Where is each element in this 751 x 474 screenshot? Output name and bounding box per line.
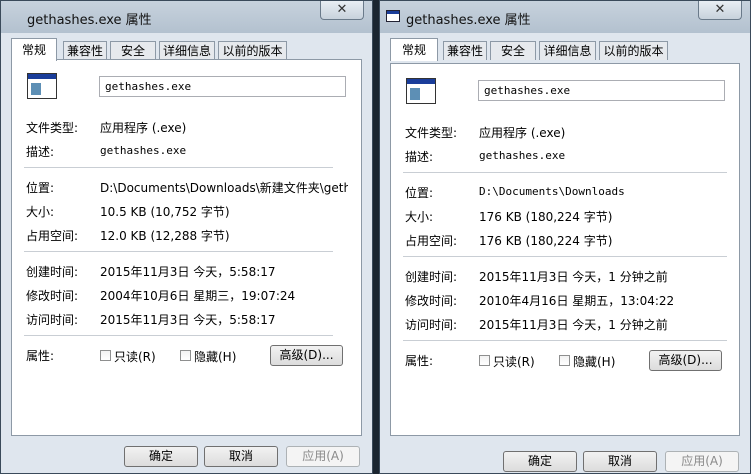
tab-compatibility[interactable]: 兼容性: [63, 41, 107, 60]
close-button[interactable]: ✕: [320, 1, 364, 20]
created-label: 创建时间:: [405, 270, 458, 284]
description-label: 描述:: [26, 145, 55, 159]
hidden-checkbox[interactable]: [559, 355, 570, 366]
accessed-label: 访问时间:: [405, 318, 458, 332]
general-panel: gethashes.exe 文件类型: 应用程序 (.exe) 描述: geth…: [390, 63, 740, 436]
size-on-disk-value: 176 KB (180,224 字节): [479, 234, 613, 248]
hidden-checkbox[interactable]: [180, 350, 191, 361]
divider: [403, 340, 727, 341]
advanced-button[interactable]: 高级(D)...: [270, 345, 343, 366]
window-title: gethashes.exe 属性: [27, 13, 152, 28]
file-type-value: 应用程序 (.exe): [479, 126, 566, 140]
size-value: 10.5 KB (10,752 字节): [100, 205, 230, 219]
application-file-icon: [406, 78, 436, 104]
created-label: 创建时间:: [26, 265, 79, 279]
attributes-label: 属性:: [26, 349, 55, 363]
attributes-label: 属性:: [405, 354, 434, 368]
hidden-label[interactable]: 隐藏(H): [194, 348, 236, 365]
advanced-button[interactable]: 高级(D)...: [649, 350, 722, 371]
size-on-disk-label: 占用空间:: [26, 229, 79, 243]
size-label: 大小:: [26, 205, 55, 219]
window-icon: [386, 10, 400, 22]
location-label: 位置:: [405, 186, 434, 200]
title-bar[interactable]: gethashes.exe 属性 ✕: [1, 1, 372, 33]
tab-details[interactable]: 详细信息: [159, 41, 215, 60]
tab-general[interactable]: 常规: [11, 38, 57, 61]
apply-button[interactable]: 应用(A): [286, 446, 360, 467]
modified-label: 修改时间:: [26, 289, 79, 303]
description-value: gethashes.exe: [100, 144, 187, 157]
title-bar[interactable]: gethashes.exe 属性 ✕: [380, 1, 750, 33]
ok-button[interactable]: 确定: [124, 446, 198, 467]
divider: [24, 251, 333, 252]
location-value: D:\Documents\Downloads\新建文件夹\gethash: [100, 181, 348, 195]
filename-input[interactable]: gethashes.exe: [478, 80, 725, 101]
tab-compatibility[interactable]: 兼容性: [443, 41, 487, 60]
hidden-label[interactable]: 隐藏(H): [573, 353, 615, 370]
ok-button[interactable]: 确定: [503, 451, 577, 472]
created-value: 2015年11月3日 今天，5:58:17: [100, 265, 276, 279]
properties-dialog-right: gethashes.exe 属性 ✕ 常规 兼容性 安全 详细信息 以前的版本 …: [379, 0, 751, 474]
accessed-value: 2015年11月3日 今天，1 分钟之前: [479, 318, 668, 332]
modified-label: 修改时间:: [405, 294, 458, 308]
size-value: 176 KB (180,224 字节): [479, 210, 613, 224]
location-value: D:\Documents\Downloads: [479, 185, 625, 198]
cancel-button[interactable]: 取消: [583, 451, 657, 472]
cancel-button[interactable]: 取消: [204, 446, 278, 467]
created-value: 2015年11月3日 今天，1 分钟之前: [479, 270, 668, 284]
modified-value: 2004年10月6日 星期三，19:07:24: [100, 289, 296, 303]
divider: [403, 256, 727, 257]
description-value: gethashes.exe: [479, 149, 566, 162]
close-button[interactable]: ✕: [698, 1, 742, 20]
modified-value: 2010年4月16日 星期五，13:04:22: [479, 294, 675, 308]
tab-general[interactable]: 常规: [390, 38, 438, 61]
readonly-label[interactable]: 只读(R): [493, 353, 535, 370]
divider: [24, 167, 333, 168]
file-type-label: 文件类型:: [26, 121, 79, 135]
tab-security[interactable]: 安全: [490, 41, 536, 60]
tab-details[interactable]: 详细信息: [539, 41, 596, 60]
size-label: 大小:: [405, 210, 434, 224]
readonly-label[interactable]: 只读(R): [114, 348, 156, 365]
properties-dialog-left: gethashes.exe 属性 ✕ 常规 兼容性 安全 详细信息 以前的版本 …: [0, 0, 373, 474]
location-label: 位置:: [26, 181, 55, 195]
size-on-disk-label: 占用空间:: [405, 234, 458, 248]
tab-previous-versions[interactable]: 以前的版本: [599, 41, 668, 60]
divider: [24, 335, 333, 336]
tab-security[interactable]: 安全: [110, 41, 156, 60]
accessed-label: 访问时间:: [26, 313, 79, 327]
accessed-value: 2015年11月3日 今天，5:58:17: [100, 313, 276, 327]
readonly-checkbox[interactable]: [100, 350, 111, 361]
filename-input[interactable]: gethashes.exe: [99, 76, 346, 97]
apply-button[interactable]: 应用(A): [665, 451, 739, 472]
tab-previous-versions[interactable]: 以前的版本: [218, 41, 287, 60]
size-on-disk-value: 12.0 KB (12,288 字节): [100, 229, 230, 243]
description-label: 描述:: [405, 150, 434, 164]
readonly-checkbox[interactable]: [479, 355, 490, 366]
window-title: gethashes.exe 属性: [406, 13, 531, 28]
file-type-label: 文件类型:: [405, 126, 458, 140]
general-panel: gethashes.exe 文件类型: 应用程序 (.exe) 描述: geth…: [11, 59, 362, 436]
divider: [403, 172, 727, 173]
file-type-value: 应用程序 (.exe): [100, 121, 187, 135]
application-file-icon: [27, 73, 57, 99]
